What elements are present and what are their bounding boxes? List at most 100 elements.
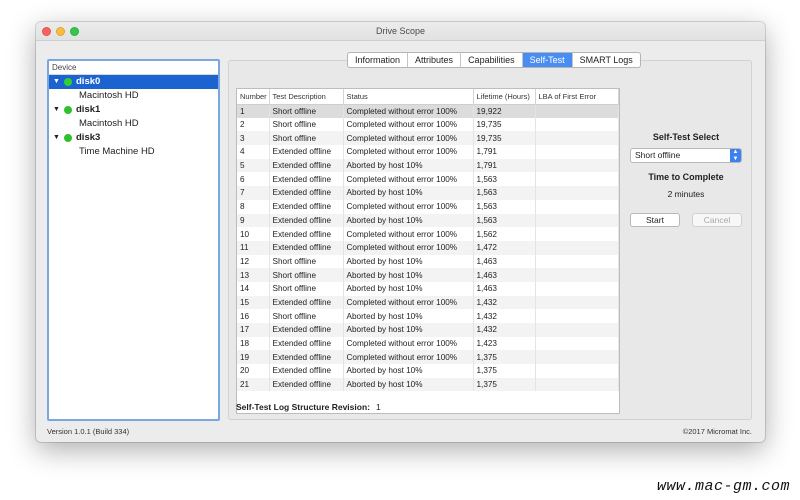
table-cell bbox=[535, 158, 619, 173]
table-cell: 8 bbox=[237, 199, 270, 214]
self-test-log-table[interactable]: Number Test Description Status Lifetime (Ho… bbox=[236, 88, 620, 414]
table-cell: 7 bbox=[237, 186, 270, 200]
table-row[interactable]: 21 Extended offline Aborted by host 10% 1,3… bbox=[237, 377, 619, 392]
column-header[interactable]: Test Description bbox=[269, 89, 344, 105]
table-cell: Extended offline bbox=[269, 227, 344, 241]
table-cell: Extended offline bbox=[269, 240, 344, 255]
sidebar-volume-item[interactable]: Time Machine HD bbox=[49, 145, 218, 159]
tab-bar: Information Attributes Capabilities Self-Te… bbox=[347, 52, 641, 68]
table-cell bbox=[535, 117, 619, 132]
tab-attributes[interactable]: Attributes bbox=[408, 53, 462, 67]
table-cell: Short offline bbox=[269, 117, 344, 132]
table-cell: 1 bbox=[237, 104, 270, 118]
table-cell: Aborted by host 10% bbox=[343, 364, 474, 378]
table-cell: Extended offline bbox=[269, 213, 344, 228]
watermark-text: www.mac-gm.com bbox=[656, 478, 790, 495]
table-row[interactable]: 20 Extended offline Aborted by host 10% 1,3… bbox=[237, 364, 619, 378]
sidebar-disk-item[interactable]: ▼ disk1 bbox=[49, 103, 218, 117]
self-test-type-select[interactable]: Short offline ▲ ▼ bbox=[630, 148, 742, 163]
table-cell: Completed without error 100% bbox=[343, 240, 474, 255]
column-header[interactable]: Status bbox=[343, 89, 474, 105]
table-cell: 6 bbox=[237, 172, 270, 187]
tab-capabilities[interactable]: Capabilities bbox=[461, 53, 523, 67]
table-cell: 1,432 bbox=[473, 295, 536, 310]
sidebar-volume-item[interactable]: Macintosh HD bbox=[49, 89, 218, 103]
tab-smart-logs[interactable]: SMART Logs bbox=[573, 53, 640, 67]
cancel-button[interactable]: Cancel bbox=[692, 213, 742, 227]
sidebar-volume-item[interactable]: Macintosh HD bbox=[49, 117, 218, 131]
disclosure-triangle-icon[interactable]: ▼ bbox=[53, 131, 62, 145]
table-cell bbox=[535, 268, 619, 282]
close-window-button[interactable] bbox=[42, 27, 51, 36]
table-cell: Completed without error 100% bbox=[343, 295, 474, 310]
table-row[interactable]: 17 Extended offline Aborted by host 10% 1,4… bbox=[237, 323, 619, 337]
column-header[interactable]: Lifetime (Hours) bbox=[473, 89, 536, 105]
self-test-select-title: Self-Test Select bbox=[652, 132, 720, 142]
table-row[interactable]: 8 Extended offline Completed without error… bbox=[237, 199, 619, 214]
table-cell: 19,735 bbox=[473, 117, 536, 132]
version-label: Version 1.0.1 (Build 334) bbox=[47, 427, 130, 436]
disclosure-triangle-icon[interactable]: ▼ bbox=[53, 75, 62, 89]
table-cell: 17 bbox=[237, 323, 270, 337]
column-header[interactable]: LBA of First Error bbox=[535, 89, 619, 105]
table-row[interactable]: 10 Extended offline Completed without erro… bbox=[237, 227, 619, 241]
table-cell bbox=[535, 199, 619, 214]
sidebar-disk-item[interactable]: ▼ disk0 bbox=[49, 75, 218, 89]
table-cell: 1,375 bbox=[473, 364, 536, 378]
table-row[interactable]: 16 Short offline Aborted by host 10% 1,432 bbox=[237, 309, 619, 323]
status-dot-icon bbox=[64, 134, 72, 142]
table-row[interactable]: 6 Extended offline Completed without error… bbox=[237, 172, 619, 187]
copyright-label: ©2017 Micromat Inc. bbox=[682, 427, 752, 436]
table-row[interactable]: 18 Extended offline Completed without erro… bbox=[237, 336, 619, 351]
table-cell: Short offline bbox=[269, 309, 344, 323]
tab-information[interactable]: Information bbox=[348, 53, 409, 67]
table-cell: Completed without error 100% bbox=[343, 227, 474, 241]
chevron-updown-icon: ▲ ▼ bbox=[730, 149, 741, 162]
table-row[interactable]: 19 Extended offline Completed without erro… bbox=[237, 350, 619, 365]
table-row[interactable]: 5 Extended offline Aborted by host 10% 1,79… bbox=[237, 158, 619, 173]
table-row[interactable]: 1 Short offline Completed without error 10… bbox=[237, 104, 619, 118]
table-cell: 5 bbox=[237, 158, 270, 173]
table-cell: Extended offline bbox=[269, 172, 344, 187]
table-cell: 4 bbox=[237, 145, 270, 159]
table-row[interactable]: 12 Short offline Aborted by host 10% 1,463 bbox=[237, 254, 619, 269]
table-cell: 13 bbox=[237, 268, 270, 282]
status-dot-icon bbox=[64, 78, 72, 86]
zoom-window-button[interactable] bbox=[70, 27, 79, 36]
table-cell: 3 bbox=[237, 131, 270, 146]
column-header[interactable]: Number bbox=[237, 89, 270, 105]
table-cell: Extended offline bbox=[269, 186, 344, 200]
table-cell: Completed without error 100% bbox=[343, 117, 474, 132]
table-cell: 1,563 bbox=[473, 172, 536, 187]
table-row[interactable]: 4 Extended offline Completed without error… bbox=[237, 145, 619, 159]
table-cell bbox=[535, 186, 619, 200]
table-row[interactable]: 15 Extended offline Completed without erro… bbox=[237, 295, 619, 310]
table-row[interactable]: 13 Short offline Aborted by host 10% 1,463 bbox=[237, 268, 619, 282]
status-dot-icon bbox=[64, 106, 72, 114]
table-cell: 12 bbox=[237, 254, 270, 269]
table-row[interactable]: 7 Extended offline Aborted by host 10% 1,56… bbox=[237, 186, 619, 200]
table-cell: Extended offline bbox=[269, 295, 344, 310]
sidebar-disk-item[interactable]: ▼ disk3 bbox=[49, 131, 218, 145]
table-cell: 1,423 bbox=[473, 336, 536, 351]
self-test-select-value: Short offline bbox=[635, 150, 681, 160]
start-button[interactable]: Start bbox=[630, 213, 680, 227]
tab-self-test[interactable]: Self-Test bbox=[522, 53, 573, 67]
table-cell bbox=[535, 295, 619, 310]
table-row[interactable]: 2 Short offline Completed without error 10… bbox=[237, 117, 619, 132]
minimize-window-button[interactable] bbox=[56, 27, 65, 36]
table-cell bbox=[535, 172, 619, 187]
time-to-complete-value: 2 minutes bbox=[667, 189, 705, 199]
table-row[interactable]: 3 Short offline Completed without error 10… bbox=[237, 131, 619, 146]
table-cell: 1,563 bbox=[473, 213, 536, 228]
table-row[interactable]: 9 Extended offline Aborted by host 10% 1,56… bbox=[237, 213, 619, 228]
table-row[interactable]: 14 Short offline Aborted by host 10% 1,463 bbox=[237, 281, 619, 296]
table-cell bbox=[535, 145, 619, 159]
table-cell: 14 bbox=[237, 281, 270, 296]
sidebar-item-label: Time Machine HD bbox=[79, 146, 155, 157]
disclosure-triangle-icon[interactable]: ▼ bbox=[53, 103, 62, 117]
table-row[interactable]: 11 Extended offline Completed without erro… bbox=[237, 240, 619, 255]
table-cell: 1,562 bbox=[473, 227, 536, 241]
table-cell: 1,432 bbox=[473, 309, 536, 323]
table-cell: Aborted by host 10% bbox=[343, 323, 474, 337]
